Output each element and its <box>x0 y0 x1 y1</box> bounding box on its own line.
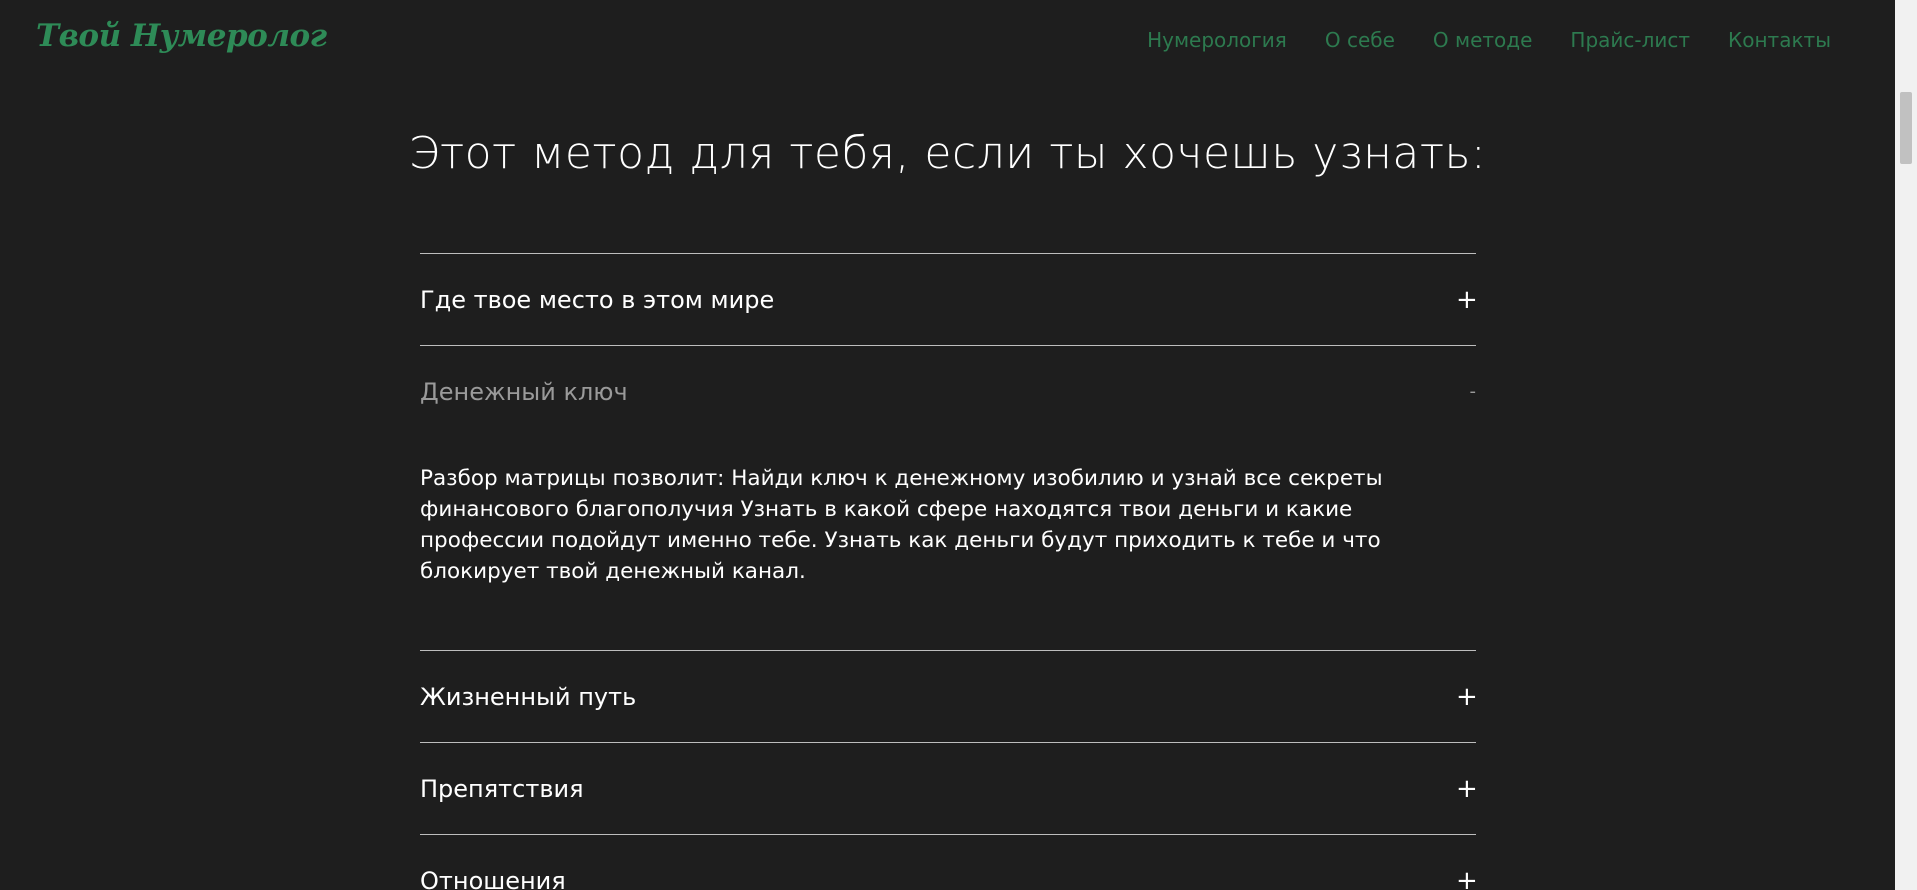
accordion-title: Где твое место в этом мире <box>420 285 775 314</box>
accordion-item: Препятствия + <box>420 742 1478 834</box>
section-heading: Этот метод для тебя, если ты хочешь узна… <box>408 128 1487 179</box>
nav-link-about-me[interactable]: О себе <box>1325 28 1395 52</box>
accordion-title: Денежный ключ <box>420 377 628 406</box>
expand-icon[interactable]: + <box>1456 285 1478 315</box>
accordion: Где твое место в этом мире + Денежный кл… <box>420 253 1478 890</box>
nav-link-about-method[interactable]: О методе <box>1433 28 1533 52</box>
expand-icon[interactable]: + <box>1456 774 1478 804</box>
accordion-item: Денежный ключ - Разбор матрицы позволит:… <box>420 345 1476 650</box>
accordion-item: Где твое место в этом мире + <box>420 253 1478 345</box>
accordion-title: Препятствия <box>420 774 584 803</box>
expand-icon[interactable]: + <box>1456 866 1478 890</box>
accordion-header-relationships[interactable]: Отношения + <box>420 835 1478 890</box>
accordion-header-obstacles[interactable]: Препятствия + <box>420 743 1478 834</box>
nav-link-numerology[interactable]: Нумерология <box>1147 28 1287 52</box>
accordion-content: Разбор матрицы позволит: Найди ключ к де… <box>420 466 1383 584</box>
scrollbar-thumb[interactable] <box>1900 92 1912 164</box>
accordion-item: Отношения + <box>420 834 1478 890</box>
nav-link-price-list[interactable]: Прайс-лист <box>1570 28 1690 52</box>
page: Твой Нумеролог Нумерология О себе О мето… <box>0 0 1917 890</box>
nav-link-contacts[interactable]: Контакты <box>1728 28 1831 52</box>
accordion-header-life-path[interactable]: Жизненный путь + <box>420 651 1478 742</box>
main-nav: Нумерология О себе О методе Прайс-лист К… <box>1147 28 1831 52</box>
accordion-header-place-in-world[interactable]: Где твое место в этом мире + <box>420 254 1478 345</box>
accordion-title: Отношения <box>420 866 566 890</box>
expand-icon[interactable]: + <box>1456 682 1478 712</box>
scrollbar[interactable] <box>1895 0 1917 890</box>
collapse-icon[interactable]: - <box>1456 381 1477 402</box>
accordion-title: Жизненный путь <box>420 682 637 711</box>
accordion-item: Жизненный путь + <box>420 650 1478 742</box>
accordion-header-money-key[interactable]: Денежный ключ - <box>420 346 1476 437</box>
logo[interactable]: Твой Нумеролог <box>36 18 327 54</box>
